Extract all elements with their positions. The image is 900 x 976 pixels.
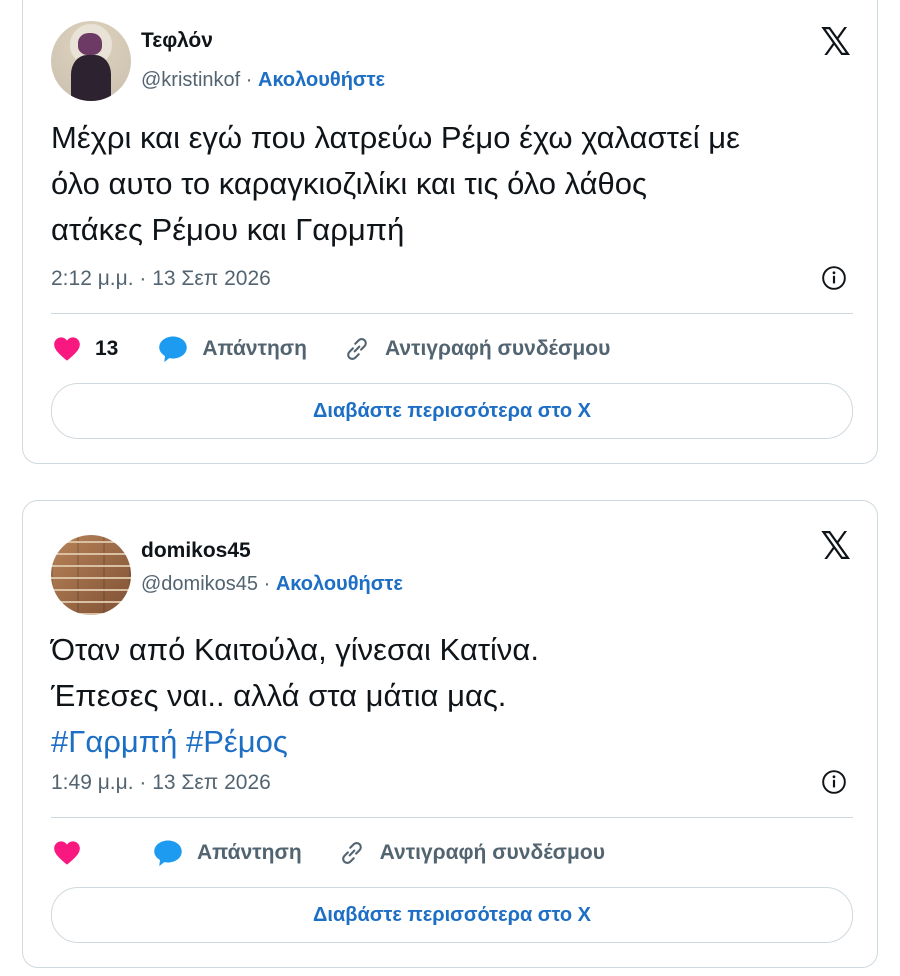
link-icon xyxy=(347,338,367,360)
x-logo-icon[interactable]: 𝕏 xyxy=(820,23,851,61)
heart-icon xyxy=(54,337,80,361)
handle[interactable]: @kristinkof xyxy=(141,69,240,91)
copy-link-button[interactable]: Αντιγραφή συνδέσμου xyxy=(338,839,605,867)
hashtag-line: #Γαρμπή #Ρέμος xyxy=(51,719,857,765)
link-icon xyxy=(341,842,362,864)
handle-row: @domikos45 · Ακολουθήστε xyxy=(141,573,403,596)
tweet-card-1: Τεφλόν @kristinkof · Ακολουθήστε 𝕏 Μέχρι… xyxy=(22,0,878,464)
tweet-card-2: domikos45 @domikos45 · Ακολουθήστε 𝕏 Ότα… xyxy=(22,500,878,968)
hashtag-link[interactable]: #Γαρμπή xyxy=(51,724,177,759)
avatar[interactable] xyxy=(51,21,131,101)
action-bar: Απάντηση Αντιγραφή συνδέσμου xyxy=(53,835,641,871)
avatar[interactable] xyxy=(51,535,131,615)
read-more-button[interactable]: Διαβάστε περισσότερα στο X xyxy=(51,383,853,439)
heart-icon xyxy=(54,841,80,865)
tweet-text: Όταν από Καιτούλα, γίνεσαι Κατίνα. Έπεσε… xyxy=(51,627,857,765)
reply-button[interactable]: Απάντηση xyxy=(153,839,302,867)
copy-link-button[interactable]: Αντιγραφή συνδέσμου xyxy=(343,335,610,363)
copy-link-label: Αντιγραφή συνδέσμου xyxy=(379,841,605,864)
reply-bubble-icon xyxy=(154,840,182,867)
reply-bubble-icon xyxy=(159,336,188,363)
hashtag-link[interactable]: #Ρέμος xyxy=(186,724,288,759)
follow-button[interactable]: Ακολουθήστε xyxy=(258,69,385,91)
tweet-text-line: όλο αυτο το καραγκιοζιλίκι και τις όλο λ… xyxy=(51,166,647,201)
follow-button[interactable]: Ακολουθήστε xyxy=(276,573,403,595)
divider xyxy=(51,313,853,314)
copy-link-label: Αντιγραφή συνδέσμου xyxy=(385,337,611,360)
reply-label: Απάντηση xyxy=(202,337,308,360)
info-icon[interactable] xyxy=(821,265,847,291)
x-logo-icon[interactable]: 𝕏 xyxy=(820,527,851,565)
like-button[interactable] xyxy=(53,840,95,866)
tweet-text-line: Έπεσες ναι.. αλλά στα μάτια μας. xyxy=(51,678,507,713)
tweet-text-line: ατάκες Ρέμου και Γαρμπή xyxy=(51,212,405,247)
tweet-text-line: Όταν από Καιτούλα, γίνεσαι Κατίνα. xyxy=(51,632,539,667)
timestamp[interactable]: 1:49 μ.μ. · 13 Σεπ 2026 xyxy=(51,771,271,795)
divider xyxy=(51,817,853,818)
action-bar: 13 Απάντηση Αντιγραφή συνδέσμου xyxy=(53,331,646,367)
tweet-text-line: Μέχρι και εγώ που λατρεύω Ρέμο έχω χαλασ… xyxy=(51,120,740,155)
timestamp[interactable]: 2:12 μ.μ. · 13 Σεπ 2026 xyxy=(51,267,271,291)
tweet-text: Μέχρι και εγώ που λατρεύω Ρέμο έχω χαλασ… xyxy=(51,115,857,253)
reply-label: Απάντηση xyxy=(197,841,302,864)
like-count: 13 xyxy=(95,337,119,360)
info-icon[interactable] xyxy=(821,769,847,795)
handle[interactable]: @domikos45 xyxy=(141,573,258,595)
display-name[interactable]: domikos45 xyxy=(141,539,251,563)
read-more-button[interactable]: Διαβάστε περισσότερα στο X xyxy=(51,887,853,943)
separator: · xyxy=(258,573,276,595)
avatar-figure-body xyxy=(71,55,111,101)
avatar-figure-head xyxy=(78,33,102,55)
like-button[interactable]: 13 xyxy=(53,336,118,362)
handle-row: @kristinkof · Ακολουθήστε xyxy=(141,69,385,92)
separator: · xyxy=(240,69,258,91)
display-name[interactable]: Τεφλόν xyxy=(141,29,213,53)
reply-button[interactable]: Απάντηση xyxy=(158,335,307,363)
